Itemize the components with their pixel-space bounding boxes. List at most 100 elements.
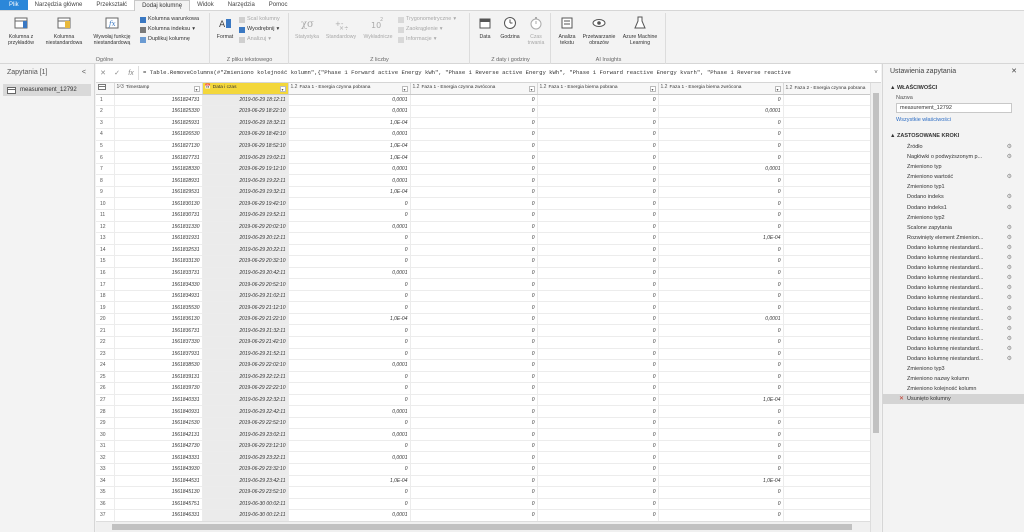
table-cell[interactable]: 0,0001 [288,428,411,441]
tab-home[interactable]: Narzędzia główne [28,0,90,10]
table-cell[interactable]: 1561833731 [114,267,203,280]
table-cell[interactable]: 0 [410,451,538,464]
table-cell[interactable]: 0 [288,290,411,303]
table-row[interactable]: 19 1561835530 2019-06-29 21:12:10 0 0 0 0 [96,301,872,314]
applied-step[interactable]: Dodano indeks ⚙ [883,192,1024,202]
table-cell[interactable]: 0 [288,440,411,453]
table-cell[interactable]: 0 [537,371,659,384]
table-cell[interactable] [783,417,872,430]
table-cell[interactable]: 0 [537,451,659,464]
table-cell[interactable]: 1561839131 [114,371,203,384]
table-cell[interactable]: 0 [537,313,659,326]
table-cell[interactable]: 1561828931 [114,174,203,187]
table-cell[interactable]: 0 [410,348,538,361]
time-button[interactable]: Godzina [498,16,522,40]
table-cell[interactable]: 2019-06-29 22:52:10 [202,417,289,430]
table-cell[interactable]: 2019-06-29 21:22:10 [202,313,289,326]
duration-button[interactable]: Czas trwania [523,16,549,46]
table-cell[interactable]: 1561842730 [114,440,203,453]
table-cell[interactable]: 1561825330 [114,105,203,118]
table-cell[interactable]: 0,0001 [658,313,784,326]
table-cell[interactable]: 2019-06-29 23:02:11 [202,428,289,441]
table-cell[interactable]: 1561830130 [114,197,203,210]
table-cell[interactable]: 1561826530 [114,128,203,141]
table-cell[interactable] [783,359,872,372]
table-cell[interactable]: 0 [658,463,784,476]
table-cell[interactable]: 0 [537,151,659,164]
table-cell[interactable]: 0 [537,174,659,187]
table-row[interactable]: 22 1561837330 2019-06-29 21:42:10 0 0 0 0 [96,336,872,349]
table-cell[interactable]: 0 [537,232,659,245]
expand-formula-icon[interactable]: ˅ [871,70,881,76]
gear-icon[interactable]: ⚙ [1007,223,1012,233]
table-cell[interactable]: 0 [410,509,538,522]
table-cell[interactable]: 2019-06-29 18:32:11 [202,117,289,130]
filter-dropdown-icon[interactable]: ▾ [401,86,408,93]
table-cell[interactable]: 0 [658,290,784,303]
table-row[interactable]: 12 1561831330 2019-06-29 20:02:10 0,0001 0 0 0 [96,221,872,234]
column-from-examples-button[interactable]: Kolumna z przykładów [2,16,40,46]
table-cell[interactable] [783,105,872,118]
table-cell[interactable]: 1561836130 [114,313,203,326]
gear-icon[interactable]: ⚙ [1007,192,1012,202]
table-cell[interactable]: 0 [410,151,538,164]
table-row[interactable]: 29 1561841530 2019-06-29 22:52:10 0 0 0 0 [96,417,872,430]
table-row[interactable]: 25 1561839131 2019-06-29 22:12:11 0 0 0 0 [96,371,872,384]
collapse-queries-button[interactable]: < [82,64,86,82]
merge-columns-button[interactable]: Scal kolumny [239,16,280,23]
confirm-formula-button[interactable]: ✓ [110,69,124,77]
table-cell[interactable]: 0 [410,117,538,130]
table-cell[interactable]: 1561827731 [114,151,203,164]
table-cell[interactable]: 0,0001 [288,163,411,176]
applied-step[interactable]: ✕ Usunięto kolumny [883,394,1024,405]
table-cell[interactable]: 0 [537,463,659,476]
decimal-type-icon[interactable]: 1.2 [540,84,547,90]
table-cell[interactable]: 0 [537,405,659,418]
custom-column-button[interactable]: Kolumna niestandardowa [44,16,84,46]
table-cell[interactable]: 0 [410,290,538,303]
table-cell[interactable]: 0 [658,151,784,164]
gear-icon[interactable]: ⚙ [1007,354,1012,364]
table-cell[interactable]: 0 [537,186,659,199]
table-cell[interactable]: 1561842131 [114,428,203,441]
table-cell[interactable]: 1561836731 [114,324,203,337]
table-cell[interactable]: 0 [537,105,659,118]
table-cell[interactable]: 0 [658,128,784,141]
table-row[interactable]: 4 1561826530 2019-06-29 18:42:10 0,0001 0 0 0 [96,128,872,141]
table-cell[interactable]: 0 [537,324,659,337]
datetime-type-icon[interactable]: 📅 [205,84,211,90]
table-cell[interactable]: 0 [537,475,659,488]
table-row[interactable]: 26 1561839730 2019-06-29 22:22:10 0 0 0 0 [96,382,872,395]
table-cell[interactable]: 0 [288,197,411,210]
table-row[interactable]: 2 1561825330 2019-06-29 18:22:10 0,0001 0 0 0,… [96,105,872,118]
table-cell[interactable]: 1561840931 [114,405,203,418]
conditional-column-button[interactable]: Kolumna warunkowa [140,16,199,23]
table-cell[interactable]: 0 [288,498,411,511]
column-header-f1-reactive-out[interactable]: 1.2 Faza 1 - Energia bierna zwrócona ▾ [658,83,784,95]
table-cell[interactable]: 0 [288,417,411,430]
table-cell[interactable]: 0 [537,382,659,395]
trigonometry-button[interactable]: Trygonometryczne ▾ [398,16,456,23]
table-row[interactable]: 33 1561843930 2019-06-29 23:32:10 0 0 0 0 [96,463,872,476]
table-cell[interactable]: 0 [410,255,538,268]
table-cell[interactable] [783,94,872,107]
table-cell[interactable]: 0 [658,255,784,268]
table-cell[interactable]: 0 [658,359,784,372]
applied-step[interactable]: Zmieniono typ [883,162,1024,172]
column-header-timestamp[interactable]: 1²3 Timestamp ▾ [114,83,203,95]
column-header-f1-active-out[interactable]: 1.2 Faza 1 - Energia czynna zwrócona ▾ [410,83,538,95]
table-cell[interactable]: 0 [537,394,659,407]
table-cell[interactable]: 0 [288,301,411,314]
gear-icon[interactable]: ⚙ [1007,142,1012,152]
table-cell[interactable]: 2019-06-29 22:32:11 [202,394,289,407]
table-cell[interactable]: 0 [410,94,538,107]
table-cell[interactable]: 1561837330 [114,336,203,349]
table-row[interactable]: 16 1561833731 2019-06-29 20:42:11 0,0001 0 0 0 [96,267,872,280]
table-row[interactable]: 24 1561838530 2019-06-29 22:02:10 0,0001 0 0 0 [96,359,872,372]
table-cell[interactable]: 0 [410,163,538,176]
applied-step[interactable]: Dodano kolumnę niestandard... ⚙ [883,273,1024,283]
table-cell[interactable] [783,163,872,176]
table-cell[interactable]: 0 [658,336,784,349]
table-cell[interactable]: 0 [537,486,659,499]
table-cell[interactable]: 2019-06-29 19:12:10 [202,163,289,176]
